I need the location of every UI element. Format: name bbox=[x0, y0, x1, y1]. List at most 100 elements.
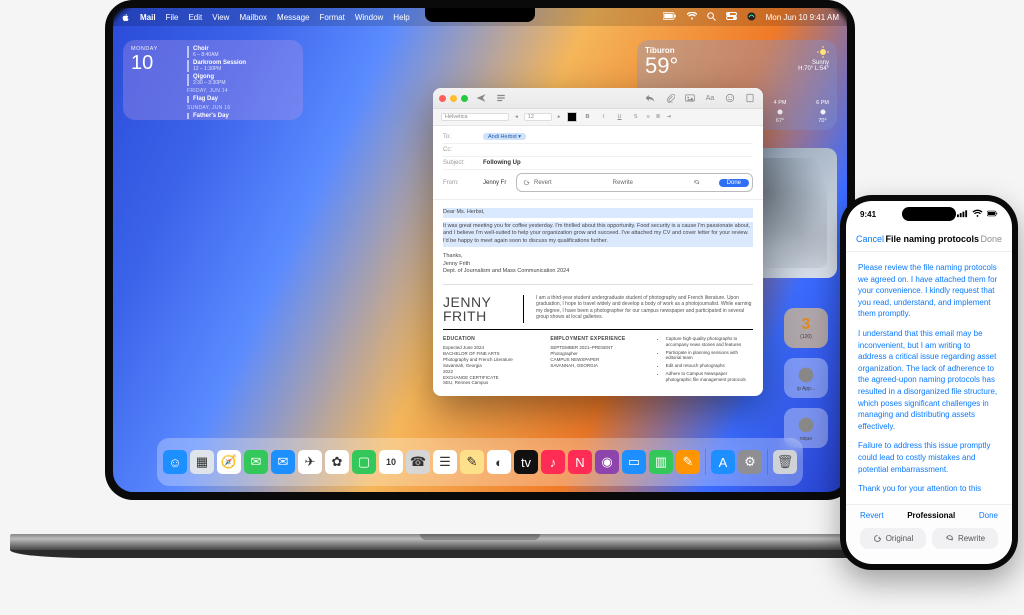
phone-rewrite-button[interactable]: Rewrite bbox=[932, 528, 998, 549]
phone-para-1: Please review the file naming protocols … bbox=[858, 262, 1000, 320]
dock-trash[interactable]: 🗑 bbox=[773, 450, 797, 474]
resume-education: EDUCATION Expected June 2024BACHELOR OF … bbox=[443, 336, 538, 386]
dock-news[interactable]: N bbox=[568, 450, 592, 474]
phone-done-button[interactable]: Done bbox=[979, 511, 998, 520]
stack-app-1[interactable]: ip App... bbox=[784, 358, 828, 398]
dock-launchpad[interactable]: ▦ bbox=[190, 450, 214, 474]
calendar-event[interactable]: Darkroom Session12 – 1:30PM bbox=[187, 60, 295, 72]
dock-maps[interactable]: ✈ bbox=[298, 450, 322, 474]
underline-button[interactable]: U bbox=[615, 114, 625, 120]
menu-file[interactable]: File bbox=[166, 13, 179, 22]
dock-freeform[interactable]: ◐ bbox=[487, 450, 511, 474]
calendar-event[interactable]: Choir6 – 8:40AM bbox=[187, 46, 295, 58]
font-size-field[interactable]: 12 bbox=[524, 113, 552, 121]
phone-revert-button[interactable]: Revert bbox=[860, 511, 884, 520]
email-greeting: Dear Ms. Herbst, bbox=[443, 208, 753, 218]
photo-button[interactable] bbox=[683, 91, 697, 105]
dock-mail[interactable]: ✉ bbox=[271, 450, 295, 474]
calendar-widget[interactable]: MONDAY 10 Choir6 – 8:40AMDarkroom Sessio… bbox=[123, 40, 303, 120]
apple-logo-icon[interactable] bbox=[121, 13, 130, 22]
menu-format[interactable]: Format bbox=[320, 13, 345, 22]
dock-finder[interactable]: ☺ bbox=[163, 450, 187, 474]
phone-nav-done-button[interactable]: Done bbox=[980, 234, 1002, 244]
subject-field-row[interactable]: Subject: Following Up bbox=[443, 157, 753, 170]
dock-separator bbox=[767, 449, 768, 475]
zoom-button[interactable] bbox=[461, 95, 468, 102]
menu-message[interactable]: Message bbox=[277, 13, 309, 22]
dock-reminders[interactable]: ☰ bbox=[433, 450, 457, 474]
phone-email-body[interactable]: Please review the file naming protocols … bbox=[846, 252, 1012, 497]
cc-field-row[interactable]: Cc: bbox=[443, 144, 753, 157]
dock-podcasts[interactable]: ◉ bbox=[595, 450, 619, 474]
cellular-icon bbox=[957, 208, 968, 221]
refresh-icon bbox=[945, 534, 954, 543]
font-family-select[interactable]: Helvetica bbox=[441, 113, 509, 121]
battery-icon[interactable] bbox=[663, 12, 677, 22]
italic-button[interactable]: I bbox=[599, 114, 609, 120]
reply-button[interactable] bbox=[643, 91, 657, 105]
refresh-button[interactable] bbox=[687, 178, 708, 187]
dock-contacts[interactable]: ☎ bbox=[406, 450, 430, 474]
dock-photos[interactable]: ✿ bbox=[325, 450, 349, 474]
emoji-button[interactable] bbox=[723, 91, 737, 105]
dock-calendar[interactable]: 10 bbox=[379, 450, 403, 474]
dock-messages[interactable]: ✉ bbox=[244, 450, 268, 474]
dock-pages[interactable]: ✎ bbox=[676, 450, 700, 474]
resume-attachment: JENNYFRITH I am a third-year student und… bbox=[443, 284, 753, 323]
stack-app-1-label: ip App... bbox=[797, 386, 815, 392]
calendar-event[interactable]: Qigong2:30 – 3:30PM bbox=[187, 74, 295, 86]
compose-toolbar: Aa bbox=[433, 88, 763, 109]
dock-settings[interactable]: ⚙ bbox=[738, 450, 762, 474]
phone-original-button[interactable]: Original bbox=[860, 528, 926, 549]
format-bar: Helvetica ◂ 12 ▸ B I U S ≡ ≣ ⇥ bbox=[433, 109, 763, 126]
email-signature-dept: Dept. of Journalism and Mass Communicati… bbox=[443, 268, 753, 276]
font-size-incr-icon[interactable]: ▸ bbox=[558, 114, 561, 120]
stack-documents[interactable]: 3 (120) bbox=[784, 308, 828, 348]
text-format-button[interactable]: Aa bbox=[703, 91, 717, 105]
share-button[interactable] bbox=[743, 91, 757, 105]
dock-safari[interactable]: 🧭 bbox=[217, 450, 241, 474]
calendar-event[interactable]: Flag Day bbox=[187, 96, 295, 103]
calendar-event[interactable]: Father's Day bbox=[187, 113, 295, 120]
dock-notes[interactable]: ✎ bbox=[460, 450, 484, 474]
to-field-row[interactable]: To: Andi Herbst ▾ bbox=[443, 130, 753, 144]
indent-button[interactable]: ⇥ bbox=[666, 114, 671, 120]
list-button[interactable]: ≣ bbox=[656, 114, 661, 120]
search-icon[interactable] bbox=[707, 12, 716, 23]
font-size-decr-icon[interactable]: ◂ bbox=[515, 114, 518, 120]
dock-music[interactable]: ♪ bbox=[541, 450, 565, 474]
menu-edit[interactable]: Edit bbox=[188, 13, 202, 22]
menubar-clock[interactable]: Mon Jun 10 9:41 AM bbox=[766, 13, 839, 22]
wifi-icon[interactable] bbox=[687, 12, 697, 22]
menu-help[interactable]: Help bbox=[393, 13, 409, 22]
siri-icon[interactable] bbox=[747, 12, 756, 23]
close-button[interactable] bbox=[439, 95, 446, 102]
align-button[interactable]: ≡ bbox=[647, 114, 650, 120]
email-signature-name: Jenny Frith bbox=[443, 261, 753, 269]
menubar-app-name[interactable]: Mail bbox=[140, 13, 156, 22]
strike-button[interactable]: S bbox=[631, 114, 641, 120]
dock-appstore[interactable]: A bbox=[711, 450, 735, 474]
subject-value[interactable]: Following Up bbox=[483, 160, 521, 166]
bold-button[interactable]: B bbox=[583, 114, 593, 120]
header-toggle-button[interactable] bbox=[494, 91, 508, 105]
dock-tv[interactable]: tv bbox=[514, 450, 538, 474]
from-field-row[interactable]: From: Jenny Fr Revert Rewrite bbox=[443, 170, 753, 195]
menu-window[interactable]: Window bbox=[355, 13, 383, 22]
revert-button[interactable]: Revert bbox=[517, 178, 557, 187]
rewrite-button[interactable]: Rewrite bbox=[607, 179, 639, 187]
dock-facetime[interactable]: ▢ bbox=[352, 450, 376, 474]
phone-cancel-button[interactable]: Cancel bbox=[856, 234, 884, 244]
menu-view[interactable]: View bbox=[212, 13, 229, 22]
done-button[interactable]: Done bbox=[719, 179, 749, 187]
menu-mailbox[interactable]: Mailbox bbox=[239, 13, 267, 22]
to-recipient-pill[interactable]: Andi Herbst ▾ bbox=[483, 133, 526, 140]
dock-keynote[interactable]: ▭ bbox=[622, 450, 646, 474]
minimize-button[interactable] bbox=[450, 95, 457, 102]
compose-body[interactable]: Dear Ms. Herbst, It was great meeting yo… bbox=[433, 200, 763, 396]
dock-numbers[interactable]: ▥ bbox=[649, 450, 673, 474]
control-center-icon[interactable] bbox=[726, 12, 737, 22]
text-color-swatch[interactable] bbox=[567, 112, 577, 122]
send-button[interactable] bbox=[474, 91, 488, 105]
attach-button[interactable] bbox=[663, 91, 677, 105]
